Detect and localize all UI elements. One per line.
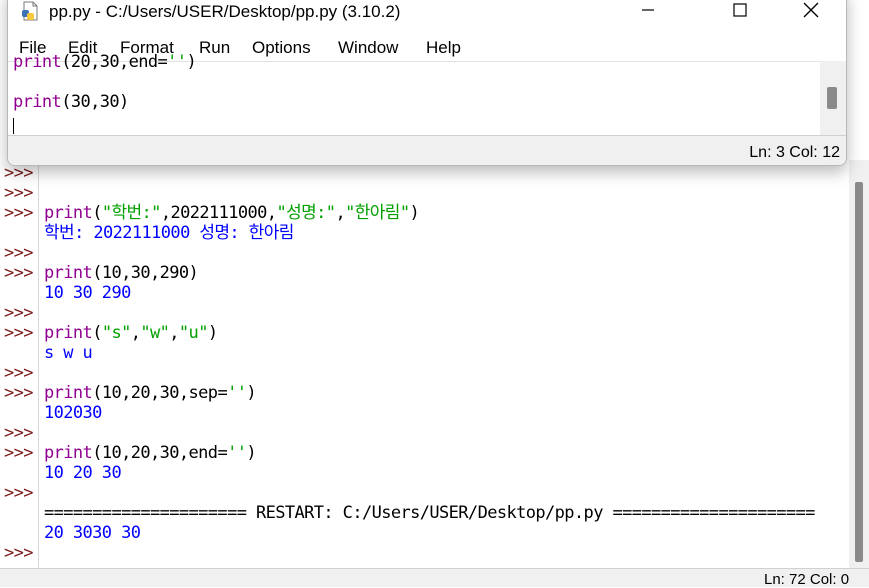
menu-run[interactable]: Run xyxy=(199,38,230,58)
shell-prompt: >>> xyxy=(4,443,34,463)
shell-input-line: print("s","w","u") xyxy=(44,323,218,343)
shell-prompt: >>> xyxy=(4,243,34,263)
menu-help[interactable]: Help xyxy=(426,38,461,58)
shell-status-position: Ln: 72 Col: 0 xyxy=(764,571,850,588)
code-line-1: print(20,30,end='') xyxy=(13,52,197,72)
editor-title-bar[interactable]: pp.py - C:/Users/USER/Desktop/pp.py (3.1… xyxy=(8,0,846,31)
shell-prompt: >>> xyxy=(4,263,34,283)
minimize-icon xyxy=(642,9,654,11)
shell-output-line: 102030 xyxy=(44,403,102,423)
code-editor-area[interactable]: print(20,30,end='') print(30,30) xyxy=(8,52,820,136)
shell-prompt-gutter: >>> >>> >>> >>> >>> >>> >>> >>> >>> >>> >>> >>> >>> xyxy=(0,160,39,568)
editor-status-bar: Ln: 3 Col: 12 xyxy=(8,135,846,165)
editor-scrollbar-thumb[interactable] xyxy=(827,87,837,109)
shell-output-line: 10 30 290 xyxy=(44,283,131,303)
shell-prompt: >>> xyxy=(4,203,34,223)
window-title: pp.py - C:/Users/USER/Desktop/pp.py (3.1… xyxy=(49,2,401,21)
menu-options[interactable]: Options xyxy=(252,38,311,58)
shell-prompt: >>> xyxy=(4,163,34,183)
menu-window[interactable]: Window xyxy=(338,38,398,58)
shell-status-bar: Ln: 72 Col: 0 xyxy=(0,568,869,588)
shell-prompt: >>> xyxy=(4,483,34,503)
text-cursor xyxy=(13,118,14,134)
shell-output-line: 10 20 30 xyxy=(44,463,122,483)
shell-prompt: >>> xyxy=(4,363,34,383)
editor-status-position: Ln: 3 Col: 12 xyxy=(749,144,840,161)
shell-input-line: print(10,30,290) xyxy=(44,263,199,283)
shell-prompt: >>> xyxy=(4,303,34,323)
shell-input-line: print("학번:",2022111000,"성명:","한아림") xyxy=(44,203,420,223)
maximize-icon xyxy=(733,3,747,17)
minimize-button[interactable] xyxy=(617,0,679,31)
shell-output-line: 20 3030 30 xyxy=(44,523,141,543)
shell-prompt: >>> xyxy=(4,423,34,443)
shell-input-line: print(10,20,30,sep='') xyxy=(44,383,257,403)
shell-output-line: s w u xyxy=(44,343,93,363)
maximize-button[interactable] xyxy=(709,0,771,31)
shell-prompt: >>> xyxy=(4,183,34,203)
close-icon xyxy=(803,2,819,18)
shell-output-line: 학번: 2022111000 성명: 한아림 xyxy=(44,223,294,243)
shell-prompt: >>> xyxy=(4,383,34,403)
close-button[interactable] xyxy=(780,0,842,31)
editor-window: pp.py - C:/Users/USER/Desktop/pp.py (3.1… xyxy=(7,0,847,166)
code-line-2: print(30,30) xyxy=(13,92,129,112)
shell-restart-line: ===================== RESTART: C:/Users/… xyxy=(44,503,815,523)
shell-input-line: print(10,20,30,end='') xyxy=(44,443,257,463)
python-file-icon xyxy=(22,1,38,21)
shell-scrollbar-thumb[interactable] xyxy=(855,182,863,562)
shell-prompt: >>> xyxy=(4,543,34,563)
shell-prompt: >>> xyxy=(4,323,34,343)
